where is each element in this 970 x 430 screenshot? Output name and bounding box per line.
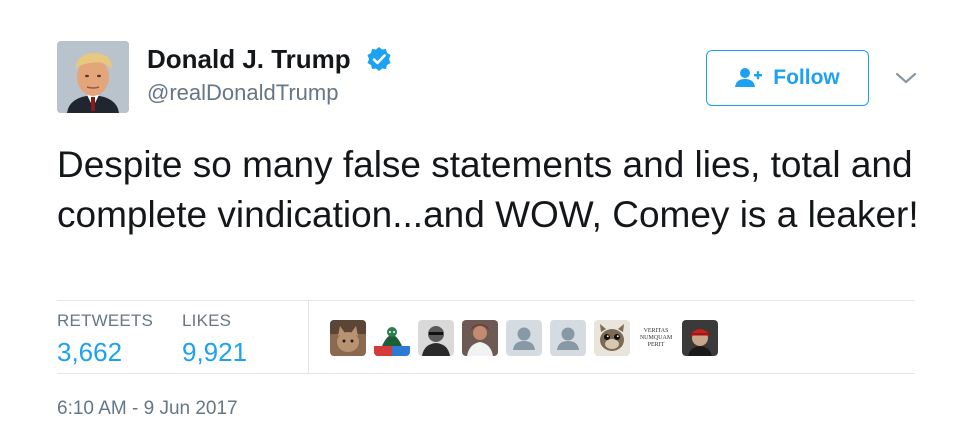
stats-top-divider <box>57 300 915 301</box>
follow-button[interactable]: Follow <box>706 50 869 106</box>
verified-badge-icon <box>367 47 391 71</box>
author-name[interactable]: Donald J. Trump <box>147 44 351 75</box>
stats-bottom-divider <box>57 373 915 374</box>
liker-avatar-animal-photo[interactable] <box>594 320 630 356</box>
liker-logo-text: VERITAS NUMQUAM PERIT <box>639 327 673 348</box>
liker-avatar-person-photo-1[interactable] <box>418 320 454 356</box>
follow-button-label: Follow <box>773 66 840 89</box>
tweet-text: Despite so many false statements and lie… <box>57 144 919 235</box>
likes-label: LIKES <box>182 311 232 330</box>
author-avatar[interactable] <box>57 41 129 113</box>
retweets-label: RETWEETS <box>57 311 154 330</box>
retweets-count: 3,662 <box>57 337 123 367</box>
likes-count: 9,921 <box>182 337 248 367</box>
liker-avatar-default-1[interactable] <box>506 320 542 356</box>
liker-avatar-figure-illustration[interactable] <box>374 320 410 356</box>
liker-avatar-cat-photo[interactable] <box>330 320 366 356</box>
likers-avatar-row: VERITAS NUMQUAM PERIT <box>330 320 718 356</box>
liker-avatar-person-red-hat[interactable] <box>682 320 718 356</box>
follow-person-plus-icon <box>735 68 763 87</box>
tweet-card: Donald J. Trump @realDonaldTrump Follow … <box>0 0 970 430</box>
chevron-down-icon[interactable] <box>895 71 917 85</box>
liker-avatar-person-photo-2[interactable] <box>462 320 498 356</box>
liker-avatar-text-logo[interactable]: VERITAS NUMQUAM PERIT <box>638 320 674 356</box>
liker-avatar-default-2[interactable] <box>550 320 586 356</box>
retweets-stat[interactable]: RETWEETS 3,662 <box>57 311 153 368</box>
author-handle[interactable]: @realDonaldTrump <box>147 80 338 106</box>
avatar-image <box>57 41 129 113</box>
stats-separator <box>308 301 309 373</box>
likes-stat[interactable]: LIKES 9,921 <box>182 311 247 368</box>
tweet-timestamp[interactable]: 6:10 AM - 9 Jun 2017 <box>57 398 238 420</box>
